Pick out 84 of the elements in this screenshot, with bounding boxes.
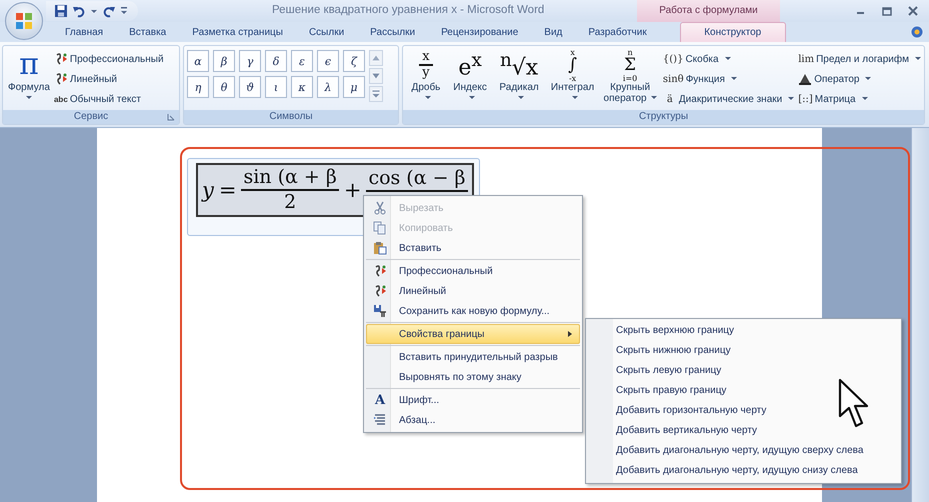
- structure-menu-button[interactable]: {()} Скобка: [662, 50, 794, 68]
- context-tab-header: Работа с формулами: [637, 0, 780, 22]
- redo-icon[interactable]: [102, 4, 116, 18]
- close-icon[interactable]: [907, 5, 919, 17]
- vertical-scrollbar[interactable]: [911, 128, 929, 502]
- ribbon-tab[interactable]: Разработчик: [575, 23, 660, 42]
- symbol-button[interactable]: ε: [291, 50, 313, 72]
- mouse-cursor-icon: [838, 378, 870, 430]
- plain-text-button[interactable]: abc Обычный текст: [54, 90, 164, 108]
- paste-icon: [373, 241, 387, 255]
- menu-item[interactable]: Абзац...: [366, 410, 580, 430]
- symbol-button[interactable]: μ: [343, 76, 365, 98]
- save-icon[interactable]: [54, 4, 68, 18]
- menu-item[interactable]: Добавить вертикальную черту: [586, 421, 901, 441]
- structure-menu-button[interactable]: Оператор: [798, 70, 921, 88]
- menu-item[interactable]: Выровнять по этому знаку: [366, 367, 580, 387]
- structure-menu-button[interactable]: sinθ Функция: [662, 70, 794, 88]
- menu-item[interactable]: Скрыть правую границу: [586, 381, 901, 401]
- restore-icon[interactable]: [881, 5, 893, 17]
- equation-icon: [54, 72, 68, 86]
- menu-item[interactable]: Добавить диагональную черту, идущую сверху слева: [586, 441, 901, 461]
- equation-mode-button[interactable]: Профессиональный: [54, 50, 164, 68]
- menu-item[interactable]: Скрыть верхнюю границу: [586, 321, 901, 341]
- ribbon-tab[interactable]: Главная: [52, 23, 116, 42]
- menu-item[interactable]: Линейный: [366, 281, 580, 301]
- ribbon-tab[interactable]: Вид: [531, 23, 576, 42]
- ribbon-tab[interactable]: Рецензирование: [428, 23, 532, 42]
- symbol-button[interactable]: η: [187, 76, 209, 98]
- operator-icon: [798, 72, 812, 86]
- equation-icon: [373, 264, 387, 278]
- ribbon-tab[interactable]: Вставка: [116, 23, 180, 42]
- symbol-button[interactable]: γ: [239, 50, 261, 72]
- structure-menu-button[interactable]: ä Диакритические знаки: [662, 90, 794, 108]
- structure-menu-button[interactable]: [::] Матрица: [798, 90, 921, 108]
- group-label: Сервис: [74, 111, 108, 122]
- window-title: Решение квадратного уравнения x - Microsoft Word: [272, 4, 544, 16]
- equation-button[interactable]: π Формула: [6, 48, 52, 99]
- menu-item[interactable]: Добавить диагональную черту, идущую снизу слева: [586, 461, 901, 481]
- symbol-button[interactable]: ι: [265, 76, 287, 98]
- ribbon-tab[interactable]: Разметка страницы: [179, 23, 296, 42]
- undo-icon[interactable]: [72, 4, 86, 18]
- menu-item[interactable]: Скрыть нижнюю границу: [586, 341, 901, 361]
- menu-item[interactable]: A Шрифт...: [366, 390, 580, 410]
- symbol-button[interactable]: λ: [317, 76, 339, 98]
- group-label: Символы: [269, 111, 313, 122]
- office-logo-icon: [14, 11, 34, 31]
- symbol-button[interactable]: κ: [291, 76, 313, 98]
- more-icon[interactable]: [369, 86, 383, 102]
- menu-item[interactable]: Скрыть левую границу: [586, 361, 901, 381]
- menu-item[interactable]: Вставить: [366, 238, 580, 258]
- menu-item[interactable]: Вставить принудительный разрыв: [366, 347, 580, 367]
- symbol-button[interactable]: α: [187, 50, 209, 72]
- menu-item[interactable]: Добавить горизонтальную черту: [586, 401, 901, 421]
- structure-button[interactable]: e$^{x}$ Индекс: [448, 48, 492, 104]
- equation-icon: [373, 284, 387, 298]
- copy-icon: [373, 221, 387, 235]
- symbol-button[interactable]: δ: [265, 50, 287, 72]
- ribbon-tab[interactable]: Ссылки: [296, 23, 358, 42]
- symbol-button[interactable]: ϑ: [239, 76, 261, 98]
- structure-button[interactable]: x ∫ -x Интеграл: [546, 48, 600, 104]
- menu-item[interactable]: Профессиональный: [366, 261, 580, 281]
- customize-icon[interactable]: [120, 6, 128, 16]
- help-icon[interactable]: [911, 26, 923, 38]
- scroll-down-icon[interactable]: [369, 68, 383, 84]
- dialog-launcher-icon[interactable]: [167, 113, 175, 121]
- symbol-button[interactable]: β: [213, 50, 235, 72]
- menu-item[interactable]: Свойства границы: [366, 324, 580, 344]
- ribbon-tab[interactable]: Рассылки: [357, 23, 428, 42]
- structure-button[interactable]: n Σ i=0 Крупный оператор: [601, 48, 659, 104]
- symbol-button[interactable]: ζ: [343, 50, 365, 72]
- structure-button[interactable]: $^{n}$√x Радикал: [494, 48, 544, 104]
- group-label: Структуры: [638, 111, 688, 122]
- font-icon: A: [374, 392, 386, 408]
- equation-icon: [54, 52, 68, 66]
- ribbon-tab[interactable]: Конструктор: [680, 22, 786, 42]
- equation-mode-button[interactable]: Линейный: [54, 70, 164, 88]
- paragraph-icon: [373, 413, 387, 427]
- structure-menu-button[interactable]: lim Предел и логарифм: [798, 50, 921, 68]
- structure-button[interactable]: x y Дробь: [406, 48, 446, 104]
- symbol-button[interactable]: θ: [213, 76, 235, 98]
- menu-item[interactable]: Сохранить как новую формулу...: [366, 301, 580, 321]
- save-equation-icon: [373, 304, 387, 318]
- symbol-button[interactable]: ϵ: [317, 50, 339, 72]
- scissors-icon: [373, 201, 387, 215]
